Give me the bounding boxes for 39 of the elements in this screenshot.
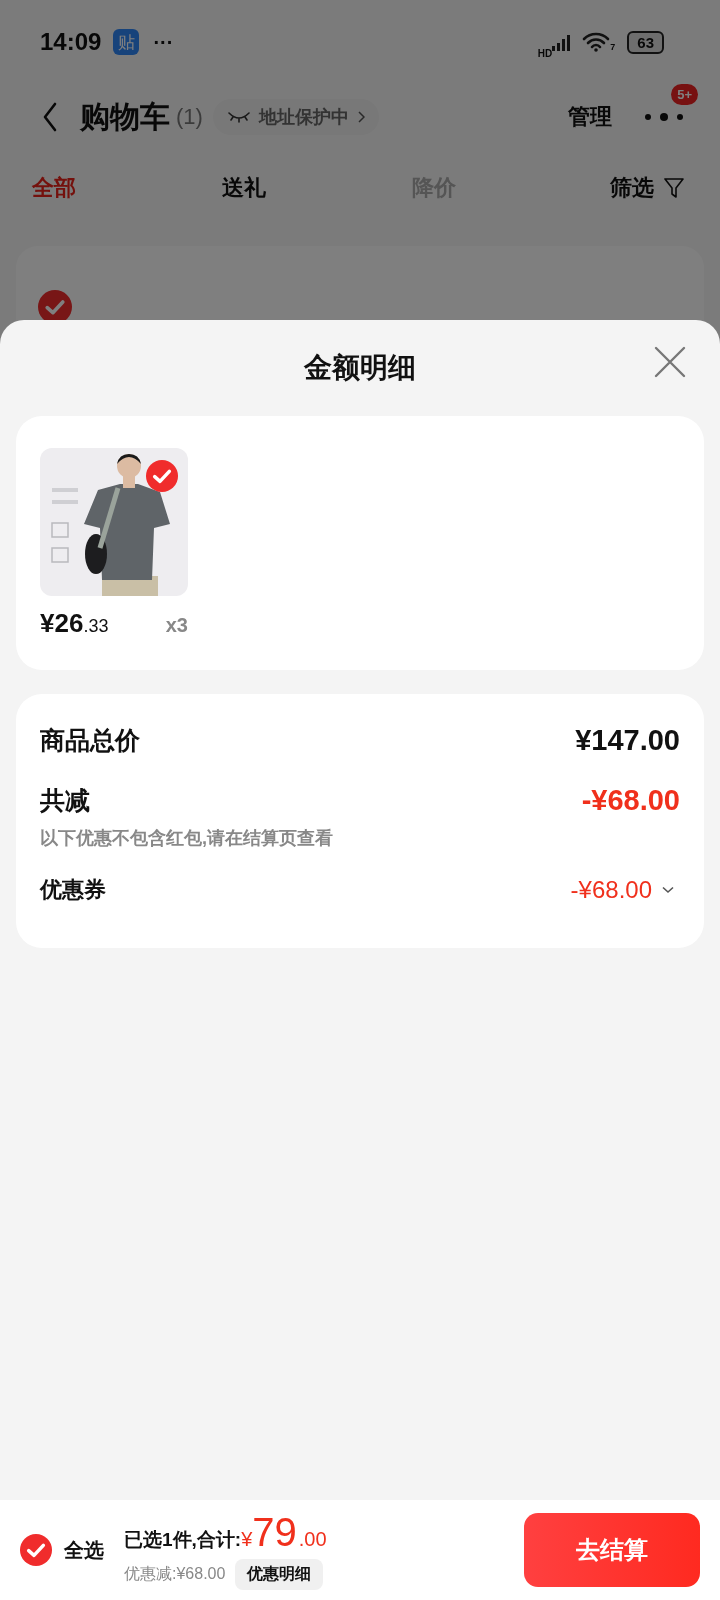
chevron-down-icon[interactable] xyxy=(662,886,674,894)
tab[interactable]: 送礼 xyxy=(222,173,412,203)
product-checkbox[interactable] xyxy=(146,460,178,492)
selected-total-label: 已选1件,合计: xyxy=(124,1528,242,1552)
closed-eye-icon xyxy=(226,110,251,124)
more-icon[interactable] xyxy=(644,112,684,122)
chevron-right-icon xyxy=(356,111,365,123)
wifi-icon xyxy=(582,32,611,52)
sheet-title: 金额明细 xyxy=(304,351,416,385)
checkout-button[interactable]: 去结算 xyxy=(524,1513,700,1587)
total-amount: ¥79.00 xyxy=(241,1510,327,1555)
total-price: ¥147.00 xyxy=(575,723,680,757)
select-all-checkbox[interactable] xyxy=(20,1534,52,1566)
status-time: 14:09 xyxy=(40,28,102,56)
total-discount-label: 共减 xyxy=(40,784,90,816)
close-icon[interactable] xyxy=(654,346,686,378)
page-title: 购物车 xyxy=(80,98,170,135)
network-label: HD xyxy=(537,47,553,59)
filter-icon[interactable] xyxy=(664,177,684,199)
more-notifications: ··· xyxy=(153,30,174,54)
quantity: x3 xyxy=(165,614,188,637)
back-icon[interactable] xyxy=(42,102,58,132)
total-price-label: 商品总价 xyxy=(40,724,140,756)
total-discount: -¥68.00 xyxy=(581,783,680,817)
coupon-discount: -¥68.00 xyxy=(570,876,652,904)
manage-link[interactable]: 管理 xyxy=(568,102,612,132)
tab[interactable]: 全部 xyxy=(32,173,222,203)
wifi-label: 7 xyxy=(610,42,616,52)
discount-detail-button[interactable]: 优惠明细 xyxy=(235,1559,324,1590)
app-badge-icon: 贴 xyxy=(113,29,140,55)
filter-button[interactable]: 筛选 xyxy=(610,173,654,203)
discount-note: 以下优惠不包含红包,请在结算页查看 xyxy=(40,827,334,850)
coupon-label: 优惠券 xyxy=(40,876,106,904)
discount-amount: 优惠减:¥68.00 xyxy=(124,1564,226,1584)
select-all-label[interactable]: 全选 xyxy=(64,1536,104,1564)
notification-badge: 5+ xyxy=(671,84,698,105)
battery-level: 63 xyxy=(627,30,664,54)
item-count: (1) xyxy=(176,104,203,130)
product-price: ¥26.33 xyxy=(40,608,109,639)
